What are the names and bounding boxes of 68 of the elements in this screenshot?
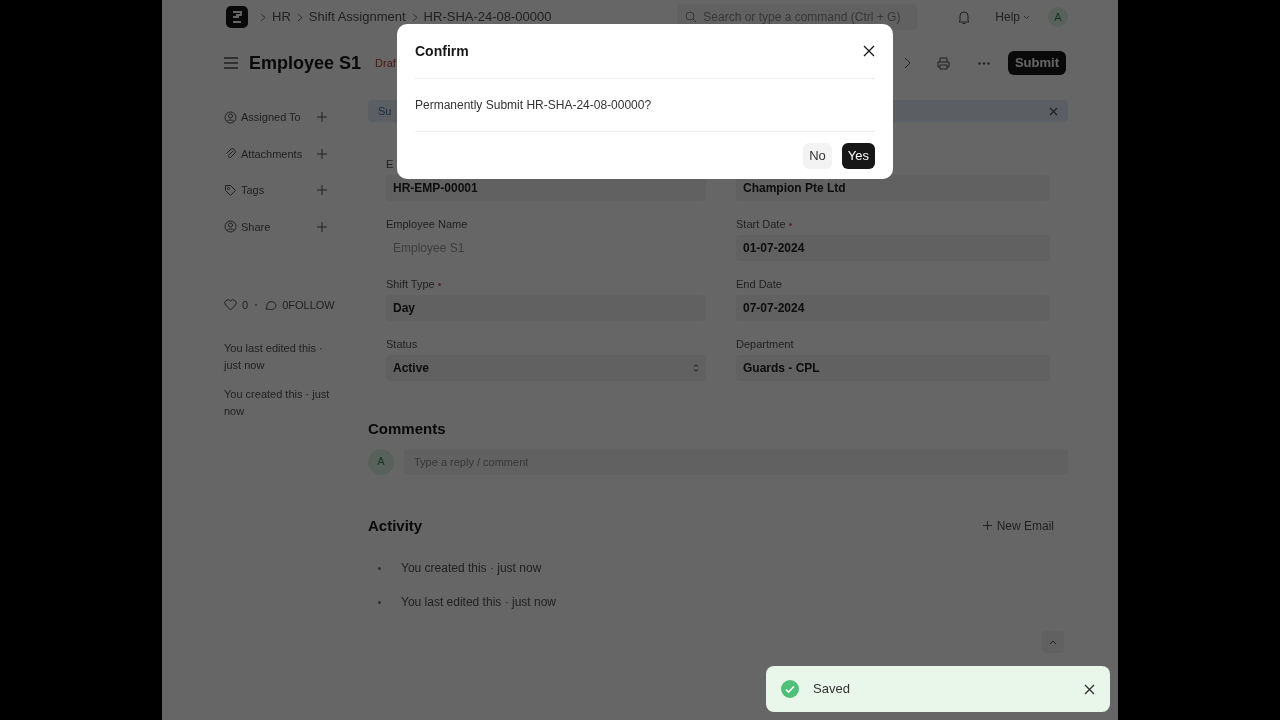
status-indicator: Draf xyxy=(375,55,396,71)
more-icon[interactable] xyxy=(977,61,990,65)
notification-bell-icon[interactable] xyxy=(957,9,972,25)
field-label: Start Date xyxy=(736,216,786,232)
timeline-entry: You last edited this · just now xyxy=(224,340,324,373)
input-field[interactable]: 01-07-2024 xyxy=(736,235,1050,261)
section-title: Comments xyxy=(368,419,447,439)
field-label: Employee Name xyxy=(386,216,468,232)
user-icon xyxy=(224,220,237,234)
chevron-icon xyxy=(260,12,266,22)
activity-entry: You created this · just now xyxy=(401,560,542,577)
user-avatar[interactable]: A xyxy=(1048,7,1068,27)
toast-message: Saved xyxy=(813,680,850,699)
plus-icon[interactable] xyxy=(317,221,327,232)
input-field[interactable]: Active xyxy=(386,355,706,381)
follow-link[interactable]: 0FOLLOW xyxy=(282,297,335,314)
field-label: Department xyxy=(736,336,794,352)
activity-entry: You last edited this · just now xyxy=(401,594,556,611)
breadcrumb-link[interactable]: Shift Assignment xyxy=(308,7,406,27)
user-icon xyxy=(224,110,237,124)
cancel-button[interactable]: No xyxy=(803,142,832,169)
close-icon[interactable] xyxy=(1084,683,1095,695)
field-label: Shift Type xyxy=(386,276,435,292)
menu-icon[interactable] xyxy=(224,57,238,69)
plus-icon[interactable] xyxy=(317,112,327,123)
input-field[interactable]: Champion Pte Ltd xyxy=(736,175,1050,201)
sidebar-item[interactable]: Assigned To xyxy=(241,109,317,126)
sidebar-item[interactable]: Attachments xyxy=(241,145,317,162)
input-field[interactable]: Day xyxy=(386,295,706,321)
field-label: E xyxy=(386,156,394,172)
app-logo[interactable] xyxy=(226,6,248,28)
select-arrows-icon xyxy=(693,363,699,373)
next-chevron-icon[interactable] xyxy=(902,57,911,69)
like-count: 0 xyxy=(242,298,249,313)
submit-button[interactable]: Submit xyxy=(1007,51,1066,75)
comment-icon[interactable] xyxy=(264,299,278,312)
sidebar-item[interactable]: Tags xyxy=(241,182,317,199)
input-field[interactable]: Guards - CPL xyxy=(736,355,1050,381)
input-field[interactable]: 07-07-2024 xyxy=(736,295,1050,321)
chevron-icon xyxy=(296,12,303,22)
sidebar-item[interactable]: Share xyxy=(241,218,317,235)
breadcrumb-link[interactable]: HR-SHA-24-08-00000 xyxy=(423,7,552,27)
plus-icon xyxy=(982,521,992,531)
chevron-icon xyxy=(411,12,418,22)
field-label: Status xyxy=(386,336,418,352)
plus-icon[interactable] xyxy=(317,148,327,159)
plus-icon[interactable] xyxy=(317,185,327,196)
heart-icon[interactable] xyxy=(224,299,237,312)
section-title: Activity xyxy=(368,515,423,536)
paperclip-icon xyxy=(224,147,237,161)
field-label: End Date xyxy=(736,276,782,292)
confirm-button[interactable]: Yes xyxy=(841,142,875,169)
dialog-message: Permanently Submit HR-SHA-24-08-00000? xyxy=(415,97,653,114)
check-icon xyxy=(781,680,799,698)
search-icon xyxy=(685,11,698,23)
print-icon[interactable] xyxy=(936,56,950,70)
user-avatar: A xyxy=(368,448,394,475)
caret-icon xyxy=(1023,14,1030,20)
help-menu[interactable]: Help xyxy=(995,8,1030,26)
breadcrumb-link[interactable]: HR xyxy=(272,7,291,27)
dialog-title: Confirm xyxy=(415,41,469,61)
timeline-entry: You created this · just now xyxy=(224,386,331,419)
new-email-button[interactable]: New Email xyxy=(982,516,1054,535)
close-icon[interactable] xyxy=(863,45,875,57)
banner-text: Su xyxy=(378,103,392,119)
chevron-up-icon xyxy=(1049,639,1057,645)
page-title: Employee S1 xyxy=(249,51,362,75)
tag-icon xyxy=(224,183,237,197)
